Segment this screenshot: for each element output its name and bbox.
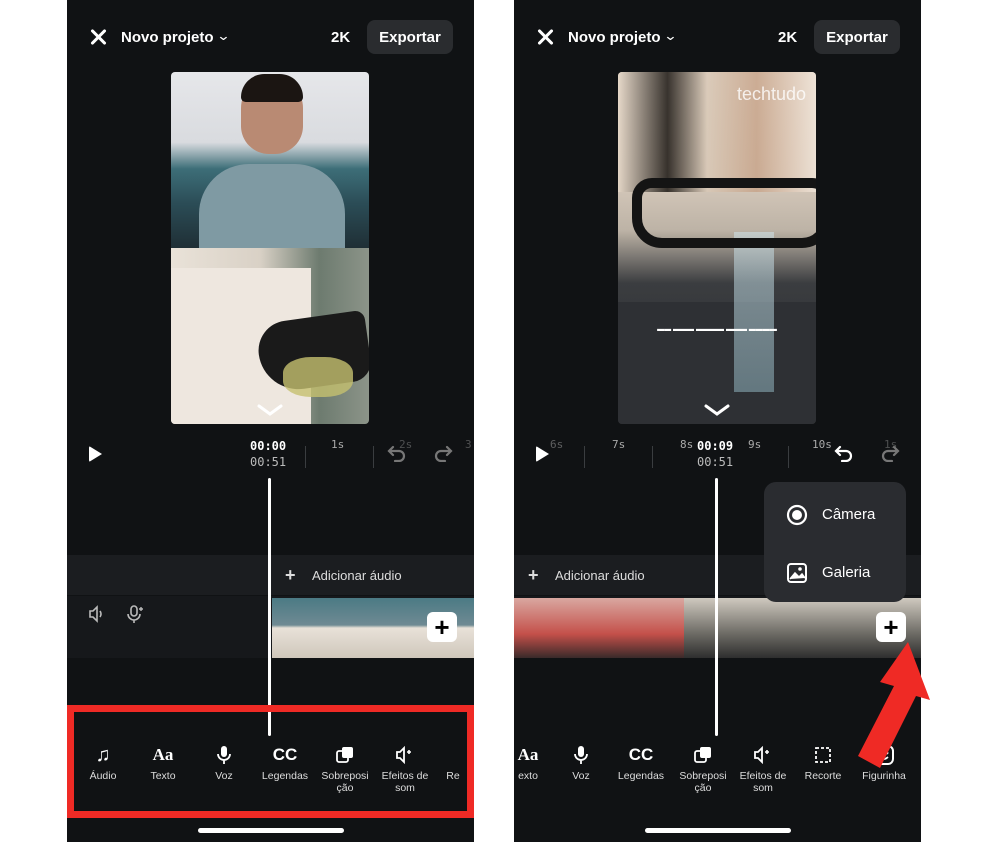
playhead[interactable] — [268, 478, 271, 736]
tool-label: Voz — [572, 770, 590, 782]
tool-label: Legendas — [617, 770, 665, 782]
thumbnail — [272, 598, 306, 658]
chevron-down-icon[interactable]: ⌄ — [216, 28, 230, 44]
thumbnail — [548, 598, 582, 658]
presenter-hair — [241, 74, 303, 102]
volume-icon[interactable] — [87, 604, 107, 624]
tool-sound-effects[interactable]: Efeitos de som — [733, 740, 793, 794]
collapse-chevron-icon[interactable] — [257, 404, 283, 416]
play-icon[interactable] — [89, 446, 102, 462]
menu-item-gallery[interactable]: Galeria — [764, 548, 906, 598]
captions-icon: CC — [628, 745, 654, 764]
close-icon[interactable] — [534, 26, 556, 48]
ruler-tick: 10s — [812, 438, 832, 451]
watermark: techtudo — [736, 84, 806, 104]
ruler-tick: 3 — [465, 438, 472, 451]
resolution-button[interactable]: 2K — [331, 29, 350, 46]
thumbnail — [752, 598, 786, 658]
thumbnail — [650, 598, 684, 658]
tool-label: Figurinha — [862, 770, 906, 782]
subtitle-text: ▬▬ ▬▬▬ ▬▬▬▬ ▬▬▬ ▬▬▬▬ — [657, 326, 777, 333]
add-audio-plus-icon[interactable]: + — [528, 565, 539, 586]
thumbnail — [786, 598, 820, 658]
tool-label: Sobreposi ção — [679, 770, 727, 794]
total-time: 00:51 — [250, 455, 287, 469]
sound-effect-icon — [754, 746, 769, 764]
tool-overlay[interactable]: Sobreposi ção — [673, 740, 733, 794]
collapse-chevron-icon[interactable] — [704, 404, 730, 416]
menu-item-label: Câmera — [822, 506, 876, 523]
ruler-tick: 1s — [331, 438, 345, 451]
add-audio-plus-icon[interactable]: + — [285, 565, 296, 586]
thumbnail — [616, 598, 650, 658]
glasses-stand — [734, 232, 774, 392]
export-button[interactable]: Exportar — [814, 20, 900, 54]
video-preview[interactable]: techtudo ▬▬ ▬▬▬ ▬▬▬▬ ▬▬▬ ▬▬▬▬ — [618, 72, 816, 424]
thumbnail — [684, 598, 718, 658]
play-icon[interactable] — [536, 446, 549, 462]
total-time: 00:51 — [697, 455, 734, 469]
chevron-down-icon[interactable]: ⌄ — [663, 28, 677, 44]
resolution-button[interactable]: 2K — [778, 29, 797, 46]
top-bar: Novo projeto ⌄ 2K Exportar — [67, 18, 474, 58]
tool-captions[interactable]: CC Legendas — [611, 740, 671, 782]
menu-item-label: Galeria — [822, 564, 871, 581]
ruler-tick: 8s — [680, 438, 694, 451]
thumbnail — [514, 598, 548, 658]
glasses-lens — [283, 357, 353, 397]
thumbnail — [374, 598, 408, 658]
project-title[interactable]: Novo projeto — [568, 29, 661, 46]
redo-icon[interactable] — [880, 444, 900, 462]
menu-item-camera[interactable]: Câmera — [764, 490, 906, 540]
text-icon: Aa — [517, 745, 539, 764]
redo-icon[interactable] — [433, 444, 453, 462]
ruler-tick: 6s — [550, 438, 564, 451]
tool-label: Recorte — [804, 770, 842, 782]
voice-effect-icon[interactable] — [125, 604, 145, 624]
export-button[interactable]: Exportar — [367, 20, 453, 54]
tool-voice[interactable]: Voz — [551, 740, 611, 782]
microphone-icon — [574, 746, 588, 764]
add-media-menu: Câmera Galeria — [764, 482, 906, 602]
thumbnail — [340, 598, 374, 658]
presenter-figure — [199, 164, 345, 254]
current-time: 00:00 — [250, 439, 287, 453]
gallery-icon — [787, 563, 807, 583]
thumbnail — [718, 598, 752, 658]
overlay-icon — [694, 747, 711, 763]
camera-record-icon — [786, 504, 808, 526]
home-indicator — [645, 828, 791, 833]
undo-icon[interactable] — [387, 444, 407, 462]
pointer-arrow — [858, 642, 930, 768]
add-clip-button[interactable]: + — [427, 612, 457, 642]
add-audio-label[interactable]: Adicionar áudio — [555, 568, 645, 583]
ruler-tick: 9s — [748, 438, 762, 451]
undo-icon[interactable] — [834, 444, 854, 462]
thumbnail — [306, 598, 340, 658]
top-bar: Novo projeto ⌄ 2K Exportar — [514, 18, 921, 58]
add-audio-label[interactable]: Adicionar áudio — [312, 568, 402, 583]
project-title[interactable]: Novo projeto — [121, 29, 214, 46]
smart-glasses — [632, 178, 816, 248]
close-icon[interactable] — [87, 26, 109, 48]
home-indicator — [198, 828, 344, 833]
tool-label: Efeitos de som — [739, 770, 787, 794]
thumbnail — [582, 598, 616, 658]
ruler-tick: 7s — [612, 438, 626, 451]
toolbar-highlight-box — [67, 705, 474, 818]
add-clip-button[interactable]: + — [876, 612, 906, 642]
video-preview[interactable] — [171, 72, 369, 424]
current-time: 00:09 — [697, 439, 734, 453]
playhead[interactable] — [715, 478, 718, 736]
